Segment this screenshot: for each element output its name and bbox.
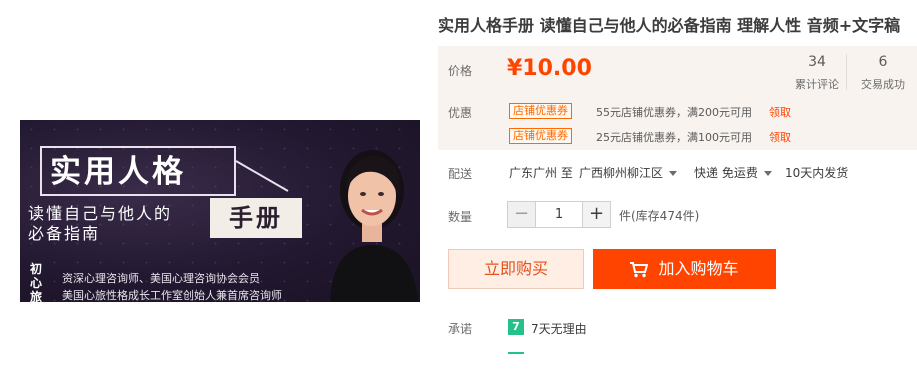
banner-credential-2: 美国心旅性格成长工作室创始人兼首席咨询师 [62,289,282,302]
coupon-claim-link[interactable]: 领取 [769,129,791,145]
promise-label: 承诺 [448,322,473,336]
quantity-input[interactable]: 1 [535,202,583,227]
quantity-decrease-button[interactable]: − [508,202,535,227]
banner-credential-1: 资深心理咨询师、美国心理咨询协会会员 [62,272,260,285]
buy-now-button[interactable]: 立即购买 [448,249,584,289]
chevron-down-icon [763,171,772,176]
reviews-label[interactable]: 累计评论 [787,76,847,92]
stock-info: 件(库存474件) [619,209,700,223]
delivery-destination-select[interactable]: 广西柳州柳江区 [579,164,678,181]
banner-title: 实用人格 [50,154,186,190]
quantity-increase-button[interactable]: + [583,202,610,227]
sales-label: 交易成功 [861,78,905,91]
cart-icon [630,261,649,277]
promise-text[interactable]: 7天无理由 [531,320,587,337]
seven-day-return-icon: 7 [508,319,524,335]
quantity-stepper: − 1 + [507,201,611,228]
sales-count: 6 [878,54,888,70]
price-label: 价格 [448,64,473,78]
coupon-claim-link[interactable]: 领取 [769,104,791,120]
banner-subtitle-2: 必备指南 [28,224,101,243]
delivery-label: 配送 [448,167,473,181]
product-title: 实用人格手册 读懂自己与他人的必备指南 理解人性 音频+文字稿 [438,16,901,35]
author-portrait [330,150,418,302]
coupon-text: 25元店铺优惠券，满100元可用 [596,131,752,144]
chevron-down-icon [669,171,678,176]
coupon-tag[interactable]: 店铺优惠券 [509,128,572,144]
stat-divider [846,54,847,90]
reviews-count[interactable]: 34 [787,54,847,70]
delivery-destination: 广西柳州柳江区 [579,166,664,180]
delivery-from: 广东广州 至 [509,166,573,180]
promo-label: 优惠 [448,106,473,120]
price-value: ¥10.00 [507,56,592,81]
coupon-text: 55元店铺优惠券，满200元可用 [596,106,752,119]
coupon-tag[interactable]: 店铺优惠券 [509,103,572,119]
banner-badge: 手册 [210,198,302,238]
product-page: 实用人格 读懂自己与他人的 必备指南 手册 初心旅 资深心理咨询师、美国心理咨询… [0,0,917,380]
add-to-cart-button[interactable]: 加入购物车 [593,249,776,289]
delivery-eta: 10天内发货 [785,166,849,180]
shipping-method-select[interactable]: 快递 免运费 [694,164,772,181]
banner-side-tag: 初心旅 [30,262,43,302]
add-to-cart-label: 加入购物车 [658,259,739,278]
promise-underline [508,352,524,354]
product-image[interactable]: 实用人格 读懂自己与他人的 必备指南 手册 初心旅 资深心理咨询师、美国心理咨询… [20,120,420,302]
shipping-method: 快递 免运费 [694,166,758,180]
quantity-label: 数量 [448,210,473,224]
